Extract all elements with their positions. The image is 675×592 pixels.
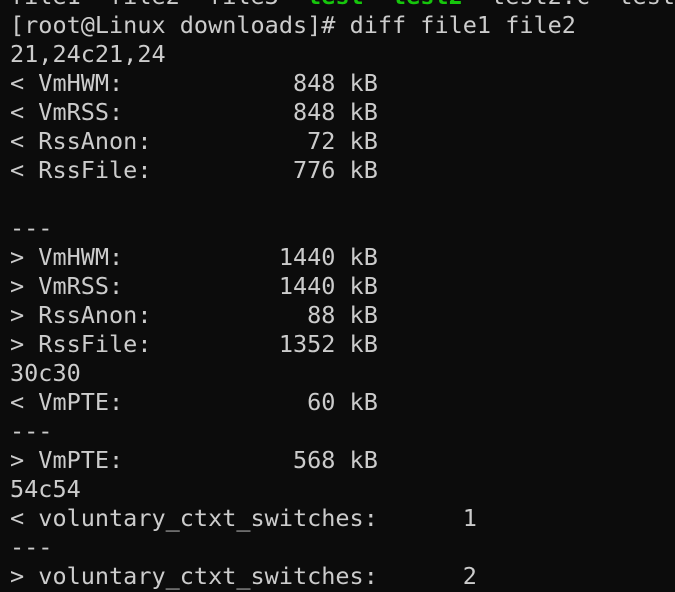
diff-output-line: < RssFile: 776 kB [10,156,378,184]
diff-output-line: > VmHWM: 1440 kB [10,243,378,271]
terminal-window[interactable]: file1 file2 file3 test test2 test2.c tes… [0,0,675,592]
terminal-output: file1 file2 file3 test test2 test2.c tes… [10,0,675,592]
diff-output-line: < VmHWM: 848 kB [10,69,378,97]
diff-output-line: < VmPTE: 60 kB [10,388,378,416]
listing-entry [364,0,392,10]
partial-listing-line: file1 file2 file3 test test2 test2.c tes… [10,0,675,11]
diff-output-line: < voluntary_ctxt_switches: 1 [10,504,477,532]
diff-output-line: > VmPTE: 568 kB [10,446,378,474]
command-line: [root@Linux downloads]# diff file1 file2 [10,11,675,40]
diff-output-line: --- [10,533,53,561]
listing-entry: test2.c test [463,0,675,10]
diff-output-line: 30c30 [10,359,81,387]
diff-output-line: > voluntary_ctxt_switches: 2 [10,562,477,590]
diff-output-line: < VmRSS: 848 kB [10,98,378,126]
diff-output-line: --- [10,214,53,242]
command-text: diff file1 file2 [349,11,576,39]
listing-executable-entry: test [307,0,364,10]
diff-output-line: < RssAnon: 72 kB [10,127,378,155]
listing-entry: file1 file2 file3 [10,0,307,10]
shell-prompt: [root@Linux downloads]# [10,11,350,39]
diff-output-line: 54c54 [10,475,81,503]
diff-output-line: --- [10,417,53,445]
diff-output-line: > RssFile: 1352 kB [10,330,378,358]
listing-executable-entry: test2 [392,0,463,10]
diff-output-line: > VmRSS: 1440 kB [10,272,378,300]
diff-output-line [10,185,675,214]
diff-output-line: 21,24c21,24 [10,40,166,68]
diff-output-line: > RssAnon: 88 kB [10,301,378,329]
